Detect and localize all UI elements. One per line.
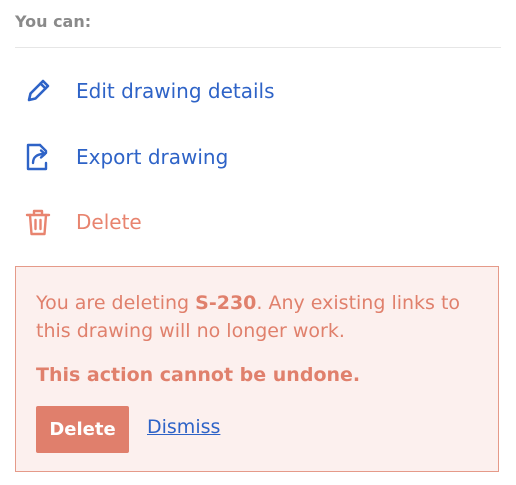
export-drawing-label: Export drawing xyxy=(76,145,229,169)
pencil-icon xyxy=(22,75,54,107)
warning-emphasis: This action cannot be undone. xyxy=(36,364,361,386)
warning-prefix: You are deleting xyxy=(36,292,196,314)
trash-icon xyxy=(22,206,54,238)
section-heading: You can: xyxy=(15,12,92,31)
divider xyxy=(15,47,501,48)
edit-drawing-details-action[interactable]: Edit drawing details xyxy=(22,75,275,107)
edit-drawing-details-label: Edit drawing details xyxy=(76,79,275,103)
delete-label: Delete xyxy=(76,210,142,234)
export-icon xyxy=(22,141,54,173)
drawing-id: S-230 xyxy=(195,292,257,314)
dismiss-link[interactable]: Dismiss xyxy=(147,416,220,438)
export-drawing-action[interactable]: Export drawing xyxy=(22,141,228,173)
delete-action[interactable]: Delete xyxy=(22,206,142,238)
confirm-delete-button[interactable]: Delete xyxy=(36,406,129,453)
delete-confirmation-box: You are deleting S-230. Any existing lin… xyxy=(15,266,499,472)
warning-message: You are deleting S-230. Any existing lin… xyxy=(36,289,486,345)
